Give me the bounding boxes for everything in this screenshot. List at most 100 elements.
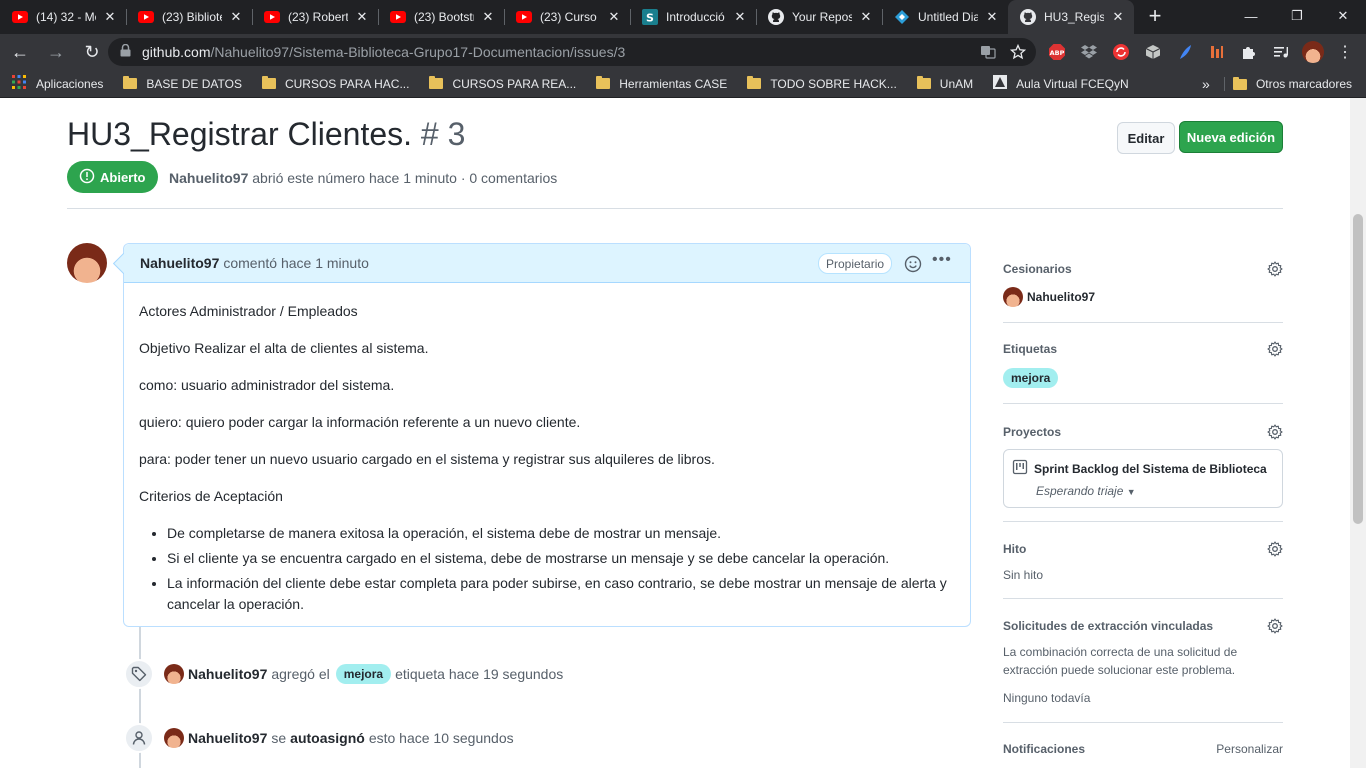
close-tab-icon[interactable]: ✕: [480, 9, 496, 25]
smiley-icon[interactable]: [904, 255, 922, 273]
comment-author-link[interactable]: Nahuelito97: [140, 255, 219, 271]
avatar[interactable]: [164, 664, 184, 684]
extensions-row: ABP ⋮: [1046, 41, 1356, 63]
other-bookmarks[interactable]: Otros marcadores: [1232, 70, 1352, 98]
actor-link[interactable]: Nahuelito97: [188, 730, 267, 746]
bookmark-folder[interactable]: Herramientas CASE: [596, 76, 727, 91]
bookmark-folder[interactable]: BASE DE DATOS: [123, 76, 242, 91]
apps-bookmark[interactable]: Aplicaciones: [12, 75, 103, 92]
back-icon[interactable]: ←: [4, 36, 36, 68]
bars-extension-icon[interactable]: [1206, 41, 1228, 63]
event-text: etiqueta hace 19 segundos: [395, 666, 564, 682]
comment-time[interactable]: comentó hace 1 minuto: [223, 255, 369, 271]
browser-tab[interactable]: Your Reposi ✕: [756, 0, 882, 34]
browser-tab[interactable]: (23) Bootstr ✕: [378, 0, 504, 34]
tab-title: (23) Bootstr: [414, 10, 474, 24]
scrollbar-thumb[interactable]: [1353, 214, 1363, 524]
avatar[interactable]: [164, 728, 184, 748]
star-icon[interactable]: [1009, 43, 1027, 63]
sidebar-linked-prs: Solicitudes de extracción vinculadas La …: [1003, 617, 1283, 707]
maximize-icon[interactable]: ❐: [1274, 0, 1320, 32]
sidebar-divider: [1003, 722, 1283, 723]
forward-icon[interactable]: →: [40, 36, 72, 68]
label-mejora[interactable]: mejora: [335, 664, 392, 684]
address-bar[interactable]: github.com/Nahuelito97/Sistema-Bibliotec…: [108, 38, 1036, 66]
s-icon: S: [642, 9, 658, 25]
adblock-icon[interactable]: ABP: [1046, 41, 1068, 63]
issue-meta-text: abrió este número hace 1 minuto · 0 come…: [252, 170, 558, 186]
cube-icon[interactable]: [1142, 41, 1164, 63]
issue-comment: Nahuelito97 comentó hace 1 minuto Propie…: [123, 243, 971, 627]
author-avatar[interactable]: [67, 243, 107, 283]
sidebar-divider: [1003, 521, 1283, 522]
youtube-icon: [12, 9, 28, 25]
tag-icon: [124, 659, 154, 689]
project-title[interactable]: Sprint Backlog del Sistema de Biblioteca: [1034, 462, 1267, 476]
translate-icon[interactable]: [980, 44, 996, 63]
minimize-icon[interactable]: —: [1228, 0, 1274, 32]
browser-tab[interactable]: (23) Curso L ✕: [504, 0, 630, 34]
comment-paragraph: para: poder tener un nuevo usuario carga…: [139, 451, 715, 467]
menu-icon[interactable]: ⋮: [1334, 41, 1356, 63]
close-tab-icon[interactable]: ✕: [858, 9, 874, 25]
milestone-header[interactable]: Hito: [1003, 540, 1283, 558]
edit-button[interactable]: Editar: [1117, 122, 1175, 154]
gear-icon[interactable]: [1267, 341, 1283, 357]
bookmark-folder[interactable]: CURSOS PARA HAC...: [261, 76, 409, 91]
browser-tab[interactable]: (23) Bibliote ✕: [126, 0, 252, 34]
close-window-icon[interactable]: ✕: [1320, 0, 1366, 32]
page-scrollbar[interactable]: [1350, 98, 1366, 768]
feather-icon[interactable]: [1174, 41, 1196, 63]
new-issue-button[interactable]: Nueva edición: [1179, 121, 1283, 153]
kebab-horizontal-icon[interactable]: •••: [932, 251, 952, 269]
close-tab-icon[interactable]: ✕: [606, 9, 622, 25]
close-tab-icon[interactable]: ✕: [354, 9, 370, 25]
bookmark-folder[interactable]: CURSOS PARA REA...: [429, 76, 576, 91]
tab-title: Your Reposi: [792, 10, 852, 24]
browser-tab[interactable]: (23) Robert ✕: [252, 0, 378, 34]
gear-icon[interactable]: [1267, 261, 1283, 277]
sync-extension-icon[interactable]: [1110, 41, 1132, 63]
sidebar-assignees: Cesionarios Nahuelito97: [1003, 260, 1283, 307]
new-tab-button[interactable]: +: [1138, 0, 1172, 34]
bookmark-link[interactable]: Aula Virtual FCEQyN: [993, 75, 1129, 92]
gear-icon[interactable]: [1267, 424, 1283, 440]
browser-tab-active[interactable]: HU3_Regist ✕: [1008, 0, 1134, 34]
assignee-item[interactable]: Nahuelito97: [1003, 287, 1283, 307]
close-tab-icon[interactable]: ✕: [102, 9, 118, 25]
customize-notifications-link[interactable]: Personalizar: [1216, 742, 1283, 756]
person-icon: [124, 723, 154, 753]
projects-header[interactable]: Proyectos: [1003, 423, 1283, 441]
assignees-header[interactable]: Cesionarios: [1003, 260, 1283, 278]
close-tab-icon[interactable]: ✕: [1110, 9, 1126, 25]
bookmark-folder[interactable]: UnAM: [916, 76, 973, 91]
lock-icon: [120, 43, 134, 60]
gear-icon[interactable]: [1267, 618, 1283, 634]
list-item: La información del cliente debe estar co…: [167, 573, 955, 615]
close-tab-icon[interactable]: ✕: [228, 9, 244, 25]
close-tab-icon[interactable]: ✕: [984, 9, 1000, 25]
owner-badge: Propietario: [818, 253, 893, 274]
gear-icon[interactable]: [1267, 541, 1283, 557]
browser-tab[interactable]: (14) 32 - Mo ✕: [0, 0, 126, 34]
project-status-dropdown[interactable]: Esperando triaje ▼: [1036, 484, 1274, 498]
media-icon[interactable]: [1270, 41, 1292, 63]
issue-author-link[interactable]: Nahuelito97: [169, 170, 248, 186]
window-controls: — ❐ ✕: [1228, 0, 1366, 34]
label-mejora[interactable]: mejora: [1003, 368, 1059, 388]
reload-icon[interactable]: ↻: [76, 36, 108, 68]
more-bookmarks-icon[interactable]: »: [1202, 70, 1210, 98]
close-tab-icon[interactable]: ✕: [732, 9, 748, 25]
profile-avatar[interactable]: [1302, 41, 1324, 63]
labels-header[interactable]: Etiquetas: [1003, 340, 1283, 358]
puzzle-icon[interactable]: [1238, 41, 1260, 63]
project-card[interactable]: Sprint Backlog del Sistema de Biblioteca…: [1003, 449, 1283, 508]
tab-title: (14) 32 - Mo: [36, 10, 96, 24]
browser-tab[interactable]: Untitled Dia ✕: [882, 0, 1008, 34]
bookmark-folder[interactable]: TODO SOBRE HACK...: [747, 76, 897, 91]
dropbox-icon[interactable]: [1078, 41, 1100, 63]
actor-link[interactable]: Nahuelito97: [188, 666, 267, 682]
linked-prs-header[interactable]: Solicitudes de extracción vinculadas: [1003, 617, 1283, 635]
browser-tab[interactable]: S Introducció ✕: [630, 0, 756, 34]
event-text: esto hace 10 segundos: [368, 730, 514, 746]
